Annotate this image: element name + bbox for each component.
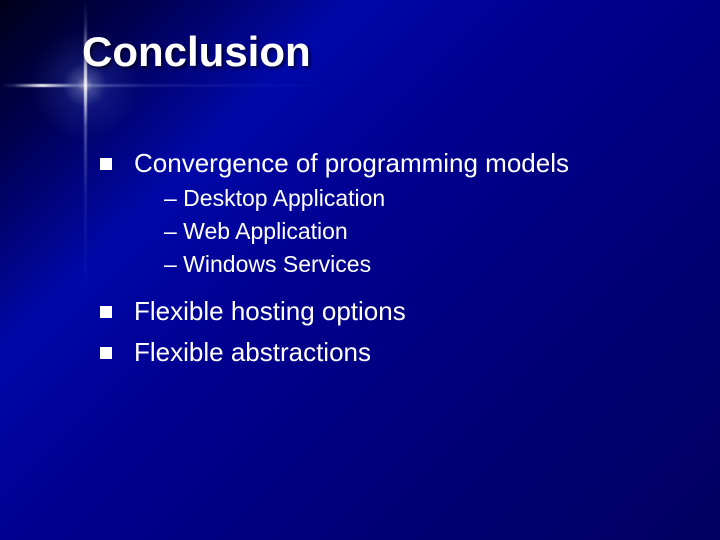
bullet-level1: Flexible abstractions — [100, 335, 680, 370]
square-bullet-icon — [100, 306, 112, 318]
bullet-text: Flexible hosting options — [134, 296, 406, 326]
slide-body: Convergence of programming models – Desk… — [100, 140, 680, 372]
bullet-level1: Flexible hosting options — [100, 294, 680, 329]
slide: Conclusion Convergence of programming mo… — [0, 0, 720, 540]
bullet-level2: – Desktop Application — [164, 183, 680, 214]
bullet-level1: Convergence of programming models — [100, 146, 680, 181]
lens-flare-horizontal — [0, 84, 340, 87]
bullet-text: Convergence of programming models — [134, 148, 569, 178]
square-bullet-icon — [100, 158, 112, 170]
slide-title: Conclusion — [82, 28, 311, 76]
square-bullet-icon — [100, 347, 112, 359]
sub-bullet-group: – Desktop Application – Web Application … — [164, 183, 680, 280]
bullet-level2: – Windows Services — [164, 249, 680, 280]
bullet-text: Flexible abstractions — [134, 337, 371, 367]
bullet-level2: – Web Application — [164, 216, 680, 247]
